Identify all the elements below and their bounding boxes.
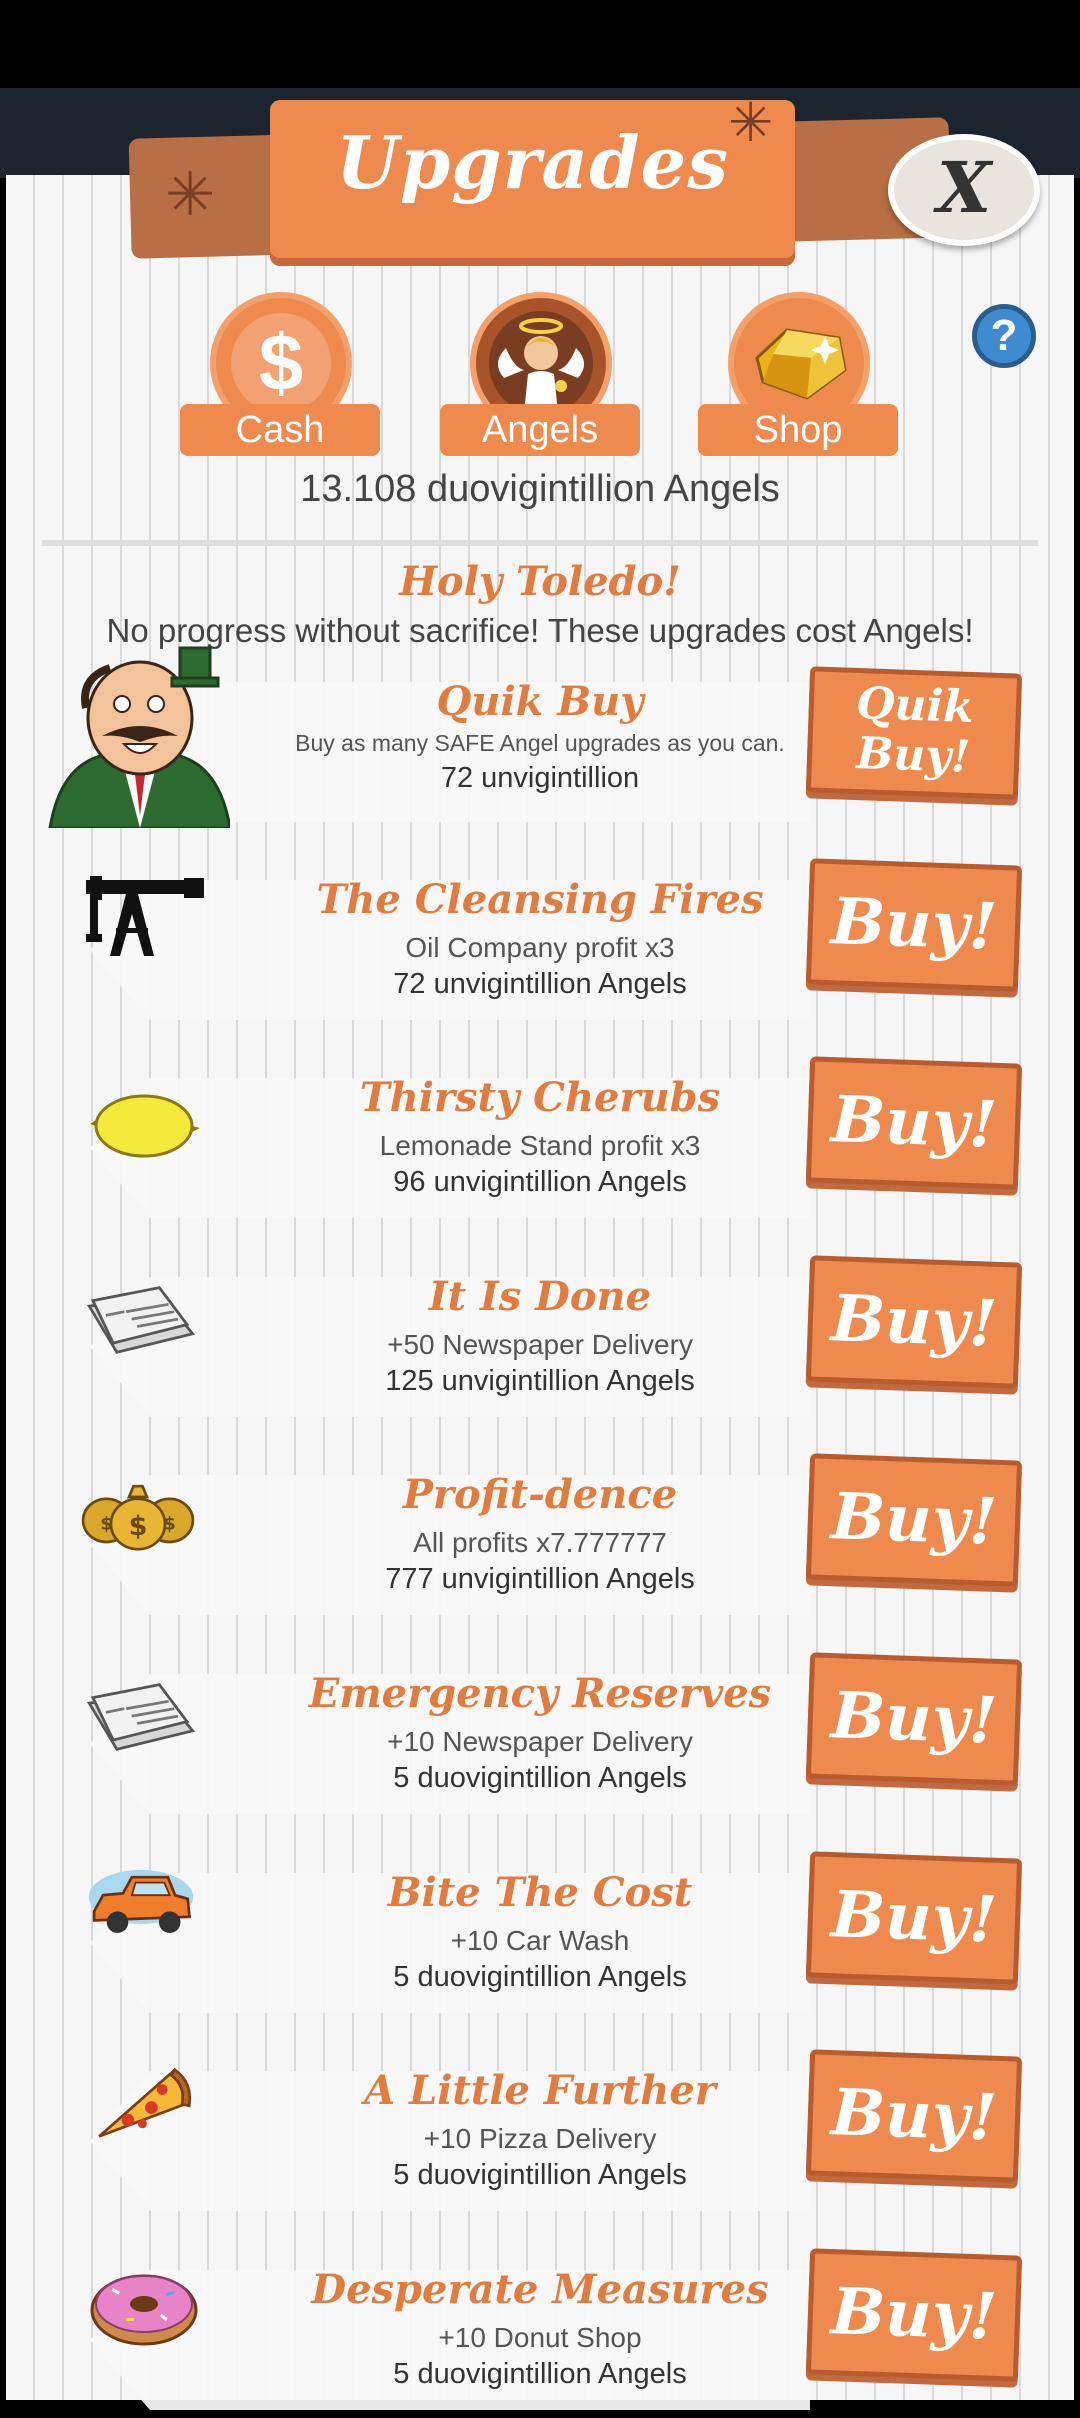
gold-gem-icon: [755, 328, 847, 400]
upgrade-cost: 5 duovigintillion Angels: [393, 2358, 687, 2390]
buy-button[interactable]: Buy!: [805, 1056, 1023, 1190]
upgrade-title: The Cleansing Fires: [316, 876, 764, 923]
section-subtitle: Holy Toledo!: [399, 558, 681, 605]
upgrade-title: Emergency Reserves: [308, 1670, 772, 1717]
upgrade-title: Bite The Cost: [387, 1869, 693, 1916]
lemon-icon: [90, 1094, 200, 1158]
svg-text:$: $: [163, 1513, 176, 1534]
tab-angels-label: Angels: [440, 404, 640, 456]
tab-cash-label: Cash: [180, 404, 380, 456]
car-icon: [88, 1870, 194, 1933]
upgrade-title: Thirsty Cherubs: [359, 1074, 721, 1121]
quik-buy-button[interactable]: Quik Buy!: [805, 666, 1023, 800]
buy-button[interactable]: Buy!: [805, 1255, 1023, 1389]
upgrade-description: +10 Donut Shop: [438, 2322, 642, 2353]
upgrade-row: Emergency Reserves +10 Newspaper Deliver…: [0, 1642, 1080, 1822]
upgrade-title: It Is Done: [428, 1273, 652, 1320]
money-bags-icon: $ $ $: [81, 1484, 195, 1551]
starburst-icon: ✳: [165, 161, 216, 228]
upgrade-row: $ $ $ Profit-dence All profits x7.777777…: [0, 1443, 1080, 1623]
upgrade-description: All profits x7.777777: [413, 1527, 667, 1558]
newspaper-icon: [86, 1683, 196, 1751]
upgrade-description: Lemonade Stand profit x3: [379, 1130, 701, 1161]
upgrade-cost: 72 unvigintillion: [440, 762, 640, 794]
angel-count: 13.108 duovigintillion Angels: [300, 468, 780, 510]
divider: [42, 540, 1038, 546]
upgrade-cost: 96 unvigintillion Angels: [393, 1166, 687, 1198]
dollar-icon: $: [231, 313, 331, 413]
upgrade-description: Buy as many SAFE Angel upgrades as you c…: [295, 730, 785, 756]
help-button[interactable]: ?: [972, 304, 1036, 368]
donut-icon: [90, 2274, 198, 2346]
quik-buy-label: Quik Buy!: [855, 677, 975, 783]
upgrade-title: Desperate Measures: [311, 2266, 769, 2313]
upgrade-title: A Little Further: [364, 2067, 716, 2114]
upgrade-cost: 5 duovigintillion Angels: [393, 2159, 687, 2191]
upgrade-cost: 72 unvigintillion Angels: [393, 968, 687, 1000]
upgrade-row: Desperate Measures +10 Donut Shop 5 duov…: [0, 2238, 1080, 2418]
buy-button[interactable]: Buy!: [805, 1851, 1023, 1985]
buy-button[interactable]: Buy!: [805, 1453, 1023, 1587]
angel-icon: [489, 311, 593, 415]
tab-cash[interactable]: $ Cash: [180, 292, 380, 457]
buy-button[interactable]: Buy!: [805, 1652, 1023, 1786]
upgrade-row: Bite The Cost +10 Car Wash 5 duovigintil…: [0, 1841, 1080, 2021]
tab-angels[interactable]: Angels: [440, 292, 640, 457]
page-title: Upgrades: [336, 120, 729, 205]
upgrade-description: +10 Newspaper Delivery: [387, 1726, 693, 1757]
buy-button[interactable]: Buy!: [805, 858, 1023, 992]
pizza-slice-icon: [98, 2067, 192, 2138]
upgrade-row: A Little Further +10 Pizza Delivery 5 du…: [0, 2039, 1080, 2219]
upgrade-description: +10 Car Wash: [450, 1925, 630, 1956]
svg-text:$: $: [100, 1513, 113, 1534]
upgrade-title: Profit-dence: [402, 1471, 678, 1518]
close-button[interactable]: X: [888, 134, 1040, 246]
upgrade-description: +50 Newspaper Delivery: [387, 1329, 693, 1360]
upgrade-description: Oil Company profit x3: [405, 932, 675, 963]
tab-shop[interactable]: Shop: [698, 292, 898, 457]
upgrade-title: Quik Buy: [436, 678, 644, 725]
newspaper-icon: [86, 1286, 196, 1354]
upgrade-description: +10 Pizza Delivery: [423, 2123, 657, 2154]
upgrade-cost: 5 duovigintillion Angels: [393, 1961, 687, 1993]
upgrade-row: The Cleansing Fires Oil Company profit x…: [0, 848, 1080, 1028]
upgrade-row: Thirsty Cherubs Lemonade Stand profit x3…: [0, 1046, 1080, 1226]
svg-text:$: $: [129, 1511, 148, 1542]
buy-button[interactable]: Buy!: [805, 2248, 1023, 2382]
status-bar: [0, 0, 1080, 88]
upgrade-row: It Is Done +50 Newspaper Delivery 125 un…: [0, 1245, 1080, 1425]
buy-button[interactable]: Buy!: [805, 2049, 1023, 2183]
quik-buy-row: Quik Buy Buy as many SAFE Angel upgrades…: [0, 646, 1080, 830]
tab-shop-label: Shop: [698, 404, 898, 456]
mustache-businessman-icon: [48, 646, 230, 828]
upgrade-cost: 125 unvigintillion Angels: [385, 1365, 695, 1397]
upgrade-cost: 5 duovigintillion Angels: [393, 1762, 687, 1794]
oil-derrick-icon: [86, 876, 204, 956]
upgrade-cost: 777 unvigintillion Angels: [385, 1563, 695, 1595]
